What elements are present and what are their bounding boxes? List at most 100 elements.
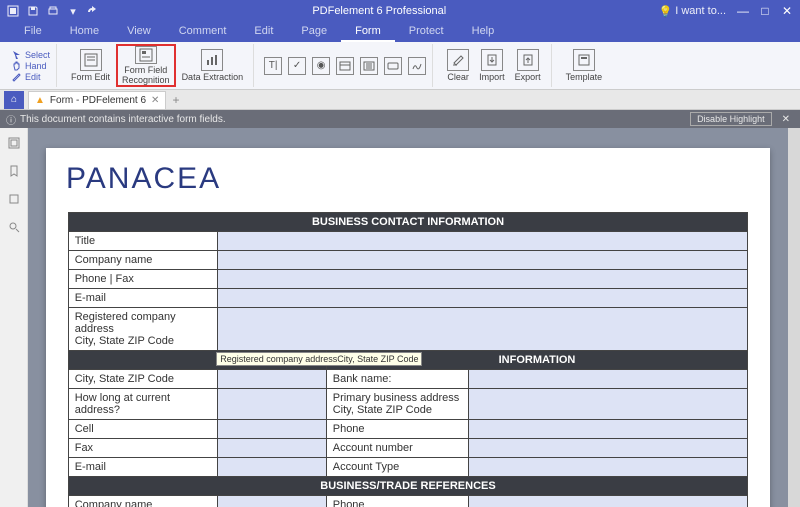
- menu-file[interactable]: File: [10, 22, 56, 42]
- vertical-scrollbar[interactable]: [788, 128, 800, 507]
- hand-tool[interactable]: Hand: [12, 61, 50, 71]
- bookmarks-icon[interactable]: [7, 164, 21, 178]
- clear-button[interactable]: Clear: [443, 44, 473, 87]
- label-accttype: Account Type: [326, 458, 469, 477]
- maximize-button[interactable]: □: [758, 4, 772, 18]
- form-table: BUSINESS CONTACT INFORMATION Title Compa…: [68, 212, 749, 507]
- field-accttype[interactable]: [469, 458, 748, 477]
- document-view[interactable]: PANACEA BUSINESS CONTACT INFORMATION Tit…: [28, 128, 788, 507]
- document-tab-title: Form - PDFelement 6: [50, 95, 146, 106]
- field-phone[interactable]: [469, 420, 748, 439]
- signature-field-icon[interactable]: [408, 57, 426, 75]
- label-phone2: Phone: [326, 496, 469, 507]
- data-extraction-button[interactable]: Data Extraction: [178, 44, 248, 87]
- menu-help[interactable]: Help: [458, 22, 509, 42]
- combo-field-icon[interactable]: [336, 57, 354, 75]
- search-icon[interactable]: [7, 220, 21, 234]
- radio-field-icon[interactable]: ◉: [312, 57, 330, 75]
- label-bank: Bank name:: [326, 370, 469, 389]
- field-phone2[interactable]: [469, 496, 748, 507]
- section-header-1: BUSINESS CONTACT INFORMATION: [68, 213, 748, 232]
- print-icon[interactable]: [46, 4, 60, 18]
- export-icon: [517, 49, 539, 71]
- ribbon-group-form: Form Edit Form Field Recognition Data Ex…: [61, 44, 254, 87]
- save-icon[interactable]: [26, 4, 40, 18]
- form-edit-icon: [80, 49, 102, 71]
- infobar-close-icon[interactable]: ✕: [778, 114, 794, 125]
- edit-tool[interactable]: Edit: [12, 72, 50, 82]
- menu-view[interactable]: View: [113, 22, 165, 42]
- window-controls: — □ ✕: [736, 4, 794, 18]
- info-icon: ⓘ: [6, 112, 16, 127]
- export-button[interactable]: Export: [511, 44, 545, 87]
- field-tooltip: Registered company addressCity, State ZI…: [216, 352, 422, 366]
- import-icon: [481, 49, 503, 71]
- list-field-icon[interactable]: [360, 57, 378, 75]
- label-cell: Cell: [68, 420, 218, 439]
- ribbon: Select Hand Edit Form Edit Form Field Re…: [0, 42, 800, 90]
- label-cityzip: City, State ZIP Code: [68, 370, 218, 389]
- label-phone: Phone: [326, 420, 469, 439]
- undo-icon[interactable]: ▾: [66, 4, 80, 18]
- info-message: ⓘThis document contains interactive form…: [6, 112, 690, 127]
- menu-page[interactable]: Page: [287, 22, 341, 42]
- home-tab-icon[interactable]: ⌂: [4, 91, 24, 109]
- document-tab[interactable]: ▲ Form - PDFelement 6 ✕: [28, 91, 166, 109]
- add-tab-button[interactable]: +: [172, 93, 179, 107]
- field-phonefax[interactable]: [218, 270, 748, 289]
- field-company[interactable]: [218, 251, 748, 270]
- form-edit-button[interactable]: Form Edit: [67, 44, 114, 87]
- menu-edit[interactable]: Edit: [240, 22, 287, 42]
- document-tab-strip: ⌂ ▲ Form - PDFelement 6 ✕ +: [0, 90, 800, 110]
- field-primary[interactable]: [469, 389, 748, 420]
- field-email2[interactable]: [218, 458, 327, 477]
- quick-access-toolbar: ▾: [6, 4, 100, 18]
- form-field-recognition-button[interactable]: Form Field Recognition: [116, 44, 176, 87]
- title-bar: ▾ PDFelement 6 Professional 💡I want to..…: [0, 0, 800, 22]
- menu-protect[interactable]: Protect: [395, 22, 458, 42]
- form-field-recognition-icon: [135, 46, 157, 64]
- field-cityzip[interactable]: [218, 370, 327, 389]
- label-company2: Company name: [68, 496, 218, 507]
- import-button[interactable]: Import: [475, 44, 509, 87]
- label-phonefax: Phone | Fax: [68, 270, 218, 289]
- left-sidebar: [0, 128, 28, 507]
- menu-home[interactable]: Home: [56, 22, 113, 42]
- template-button[interactable]: Template: [562, 44, 607, 87]
- tab-close-icon[interactable]: ✕: [151, 95, 159, 106]
- field-acctnum[interactable]: [469, 439, 748, 458]
- label-primary: Primary business address City, State ZIP…: [326, 389, 469, 420]
- menu-comment[interactable]: Comment: [165, 22, 241, 42]
- field-cell[interactable]: [218, 420, 327, 439]
- text-field-icon[interactable]: T|: [264, 57, 282, 75]
- menu-bar: File Home View Comment Edit Page Form Pr…: [0, 22, 800, 42]
- field-bank[interactable]: [469, 370, 748, 389]
- minimize-button[interactable]: —: [736, 4, 750, 18]
- select-tool[interactable]: Select: [12, 50, 50, 60]
- field-howlong[interactable]: [218, 389, 327, 420]
- attachments-icon[interactable]: [7, 192, 21, 206]
- template-icon: [573, 49, 595, 71]
- close-button[interactable]: ✕: [780, 4, 794, 18]
- main-area: PANACEA BUSINESS CONTACT INFORMATION Tit…: [0, 128, 800, 507]
- label-howlong: How long at current address?: [68, 389, 218, 420]
- label-email2: E-mail: [68, 458, 218, 477]
- field-fax[interactable]: [218, 439, 327, 458]
- ribbon-group-template: Template: [556, 44, 613, 87]
- checkbox-field-icon[interactable]: ✓: [288, 57, 306, 75]
- section-header-3: BUSINESS/TRADE REFERENCES: [68, 477, 748, 496]
- clear-icon: [447, 49, 469, 71]
- field-company2[interactable]: [218, 496, 327, 507]
- field-email[interactable]: [218, 289, 748, 308]
- redo-icon[interactable]: [86, 4, 100, 18]
- thumbnails-icon[interactable]: [7, 136, 21, 150]
- warning-icon: ▲: [35, 95, 45, 106]
- field-title[interactable]: [218, 232, 748, 251]
- i-want-to-button[interactable]: 💡I want to...: [659, 5, 726, 18]
- disable-highlight-button[interactable]: Disable Highlight: [690, 112, 772, 126]
- label-title: Title: [68, 232, 218, 251]
- label-fax: Fax: [68, 439, 218, 458]
- menu-form[interactable]: Form: [341, 22, 395, 42]
- field-regaddr[interactable]: Registered company addressCity, State ZI…: [218, 308, 748, 351]
- button-field-icon[interactable]: [384, 57, 402, 75]
